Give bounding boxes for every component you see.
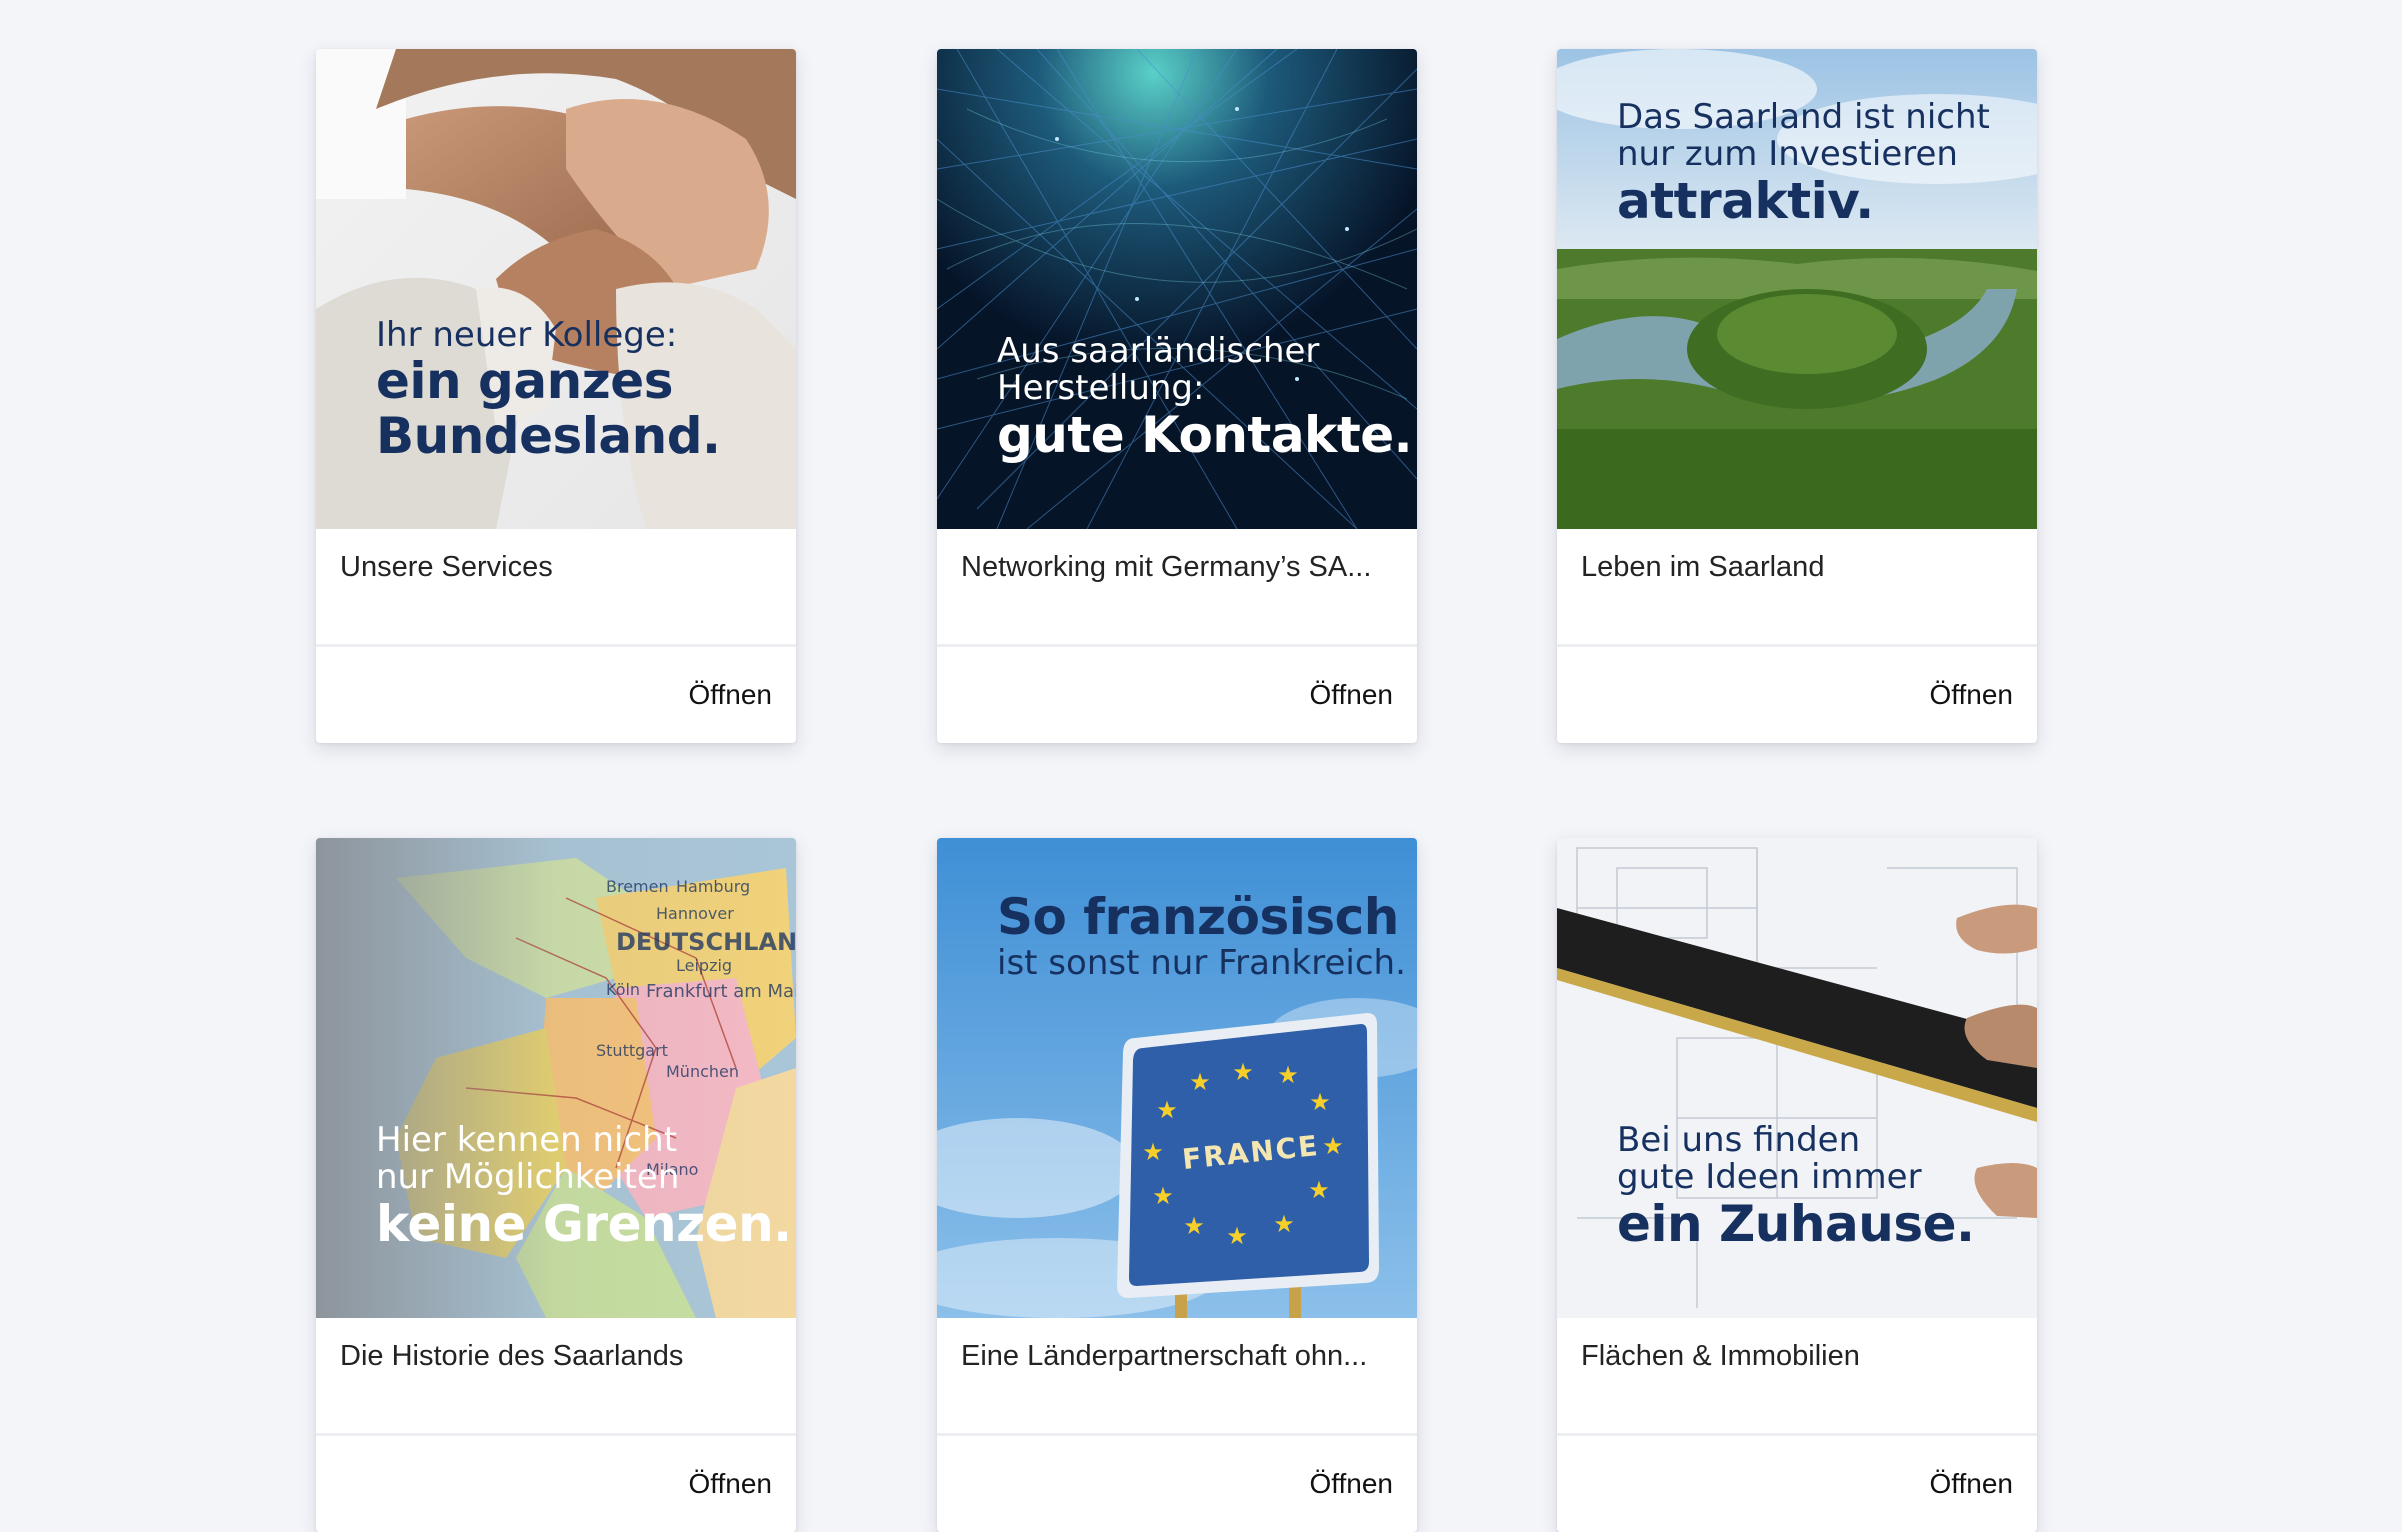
overlay-line-1: ist sonst nur Frankreich. bbox=[997, 943, 1406, 983]
card-image-map[interactable]: Bremen Hamburg Hannover DEUTSCHLAND Leip… bbox=[316, 838, 796, 1318]
card-footer: Öffnen bbox=[316, 647, 796, 743]
card-title: Die Historie des Saarlands bbox=[340, 1340, 684, 1372]
card-image-handshake[interactable]: Ihr neuer Kollege: ein ganzes Bundesland… bbox=[316, 49, 796, 529]
card-title: Unsere Services bbox=[340, 551, 553, 583]
card-laenderpartnerschaft[interactable]: ★ ★ ★ ★ ★ ★ ★ ★ ★ ★ ★ ★ FRANCE So franzö… bbox=[937, 838, 1417, 1532]
card-overlay-text: Ihr neuer Kollege: ein ganzes Bundesland… bbox=[376, 315, 721, 466]
open-button[interactable]: Öffnen bbox=[1929, 1468, 2013, 1500]
card-title-area: Eine Länderpartnerschaft ohn... bbox=[937, 1318, 1417, 1436]
card-title-area: Die Historie des Saarlands bbox=[316, 1318, 796, 1436]
overlay-bold-1: ein ganzes bbox=[376, 352, 673, 411]
map-label: Leipzig bbox=[676, 955, 733, 975]
card-overlay-text: Bei uns finden gute Ideen immer ein Zuha… bbox=[1617, 1120, 1975, 1253]
card-unsere-services[interactable]: Ihr neuer Kollege: ein ganzes Bundesland… bbox=[316, 49, 796, 743]
card-footer: Öffnen bbox=[316, 1436, 796, 1532]
card-flaechen-immobilien[interactable]: Bei uns finden gute Ideen immer ein Zuha… bbox=[1557, 838, 2037, 1532]
card-networking[interactable]: Aus saarländischer Herstellung: gute Kon… bbox=[937, 49, 1417, 743]
overlay-bold-1: attraktiv. bbox=[1617, 171, 1874, 230]
svg-text:★: ★ bbox=[1189, 1069, 1211, 1096]
overlay-line-1: Hier kennen nicht bbox=[376, 1120, 678, 1160]
svg-text:★: ★ bbox=[1277, 1062, 1299, 1089]
card-footer: Öffnen bbox=[937, 647, 1417, 743]
card-overlay-text: Aus saarländischer Herstellung: gute Kon… bbox=[997, 331, 1413, 464]
svg-text:★: ★ bbox=[1156, 1097, 1178, 1124]
map-label: DEUTSCHLAND bbox=[616, 928, 796, 957]
overlay-bold-1: gute Kontakte. bbox=[997, 405, 1413, 464]
svg-text:★: ★ bbox=[1152, 1183, 1174, 1210]
card-overlay-text: Hier kennen nicht nur Möglichkeiten kein… bbox=[376, 1120, 792, 1253]
svg-text:★: ★ bbox=[1226, 1223, 1248, 1250]
svg-text:★: ★ bbox=[1273, 1211, 1295, 1238]
map-label: Frankfurt am Main bbox=[646, 980, 796, 1002]
open-button[interactable]: Öffnen bbox=[1309, 1468, 1393, 1500]
open-button[interactable]: Öffnen bbox=[1309, 679, 1393, 711]
open-button[interactable]: Öffnen bbox=[688, 679, 772, 711]
card-title: Networking mit Germany’s SA... bbox=[961, 551, 1372, 583]
card-title-area: Leben im Saarland bbox=[1557, 529, 2037, 647]
card-footer: Öffnen bbox=[1557, 647, 2037, 743]
overlay-line-2: nur zum Investieren bbox=[1617, 134, 1958, 175]
card-title: Leben im Saarland bbox=[1581, 551, 1825, 583]
overlay-bold-2: Bundesland. bbox=[376, 407, 721, 466]
svg-text:★: ★ bbox=[1232, 1059, 1254, 1086]
svg-text:★: ★ bbox=[1183, 1213, 1205, 1240]
overlay-bold-1: keine Grenzen. bbox=[376, 1194, 792, 1253]
card-title-area: Unsere Services bbox=[316, 529, 796, 647]
map-label: Hamburg bbox=[676, 877, 751, 897]
card-leben-im-saarland[interactable]: Das Saarland ist nicht nur zum Investier… bbox=[1557, 49, 2037, 743]
overlay-line-1: Ihr neuer Kollege: bbox=[376, 315, 678, 355]
svg-text:★: ★ bbox=[1309, 1089, 1331, 1116]
card-image-network[interactable]: Aus saarländischer Herstellung: gute Kon… bbox=[937, 49, 1417, 529]
card-image-landscape[interactable]: Das Saarland ist nicht nur zum Investier… bbox=[1557, 49, 2037, 529]
overlay-line-1: Das Saarland ist nicht bbox=[1617, 97, 1990, 137]
card-title-area: Networking mit Germany’s SA... bbox=[937, 529, 1417, 647]
overlay-line-2: gute Ideen immer bbox=[1617, 1157, 1922, 1198]
card-title: Flächen & Immobilien bbox=[1581, 1340, 1860, 1372]
card-historie[interactable]: Bremen Hamburg Hannover DEUTSCHLAND Leip… bbox=[316, 838, 796, 1532]
map-label: München bbox=[666, 1061, 740, 1081]
card-image-france-sign[interactable]: ★ ★ ★ ★ ★ ★ ★ ★ ★ ★ ★ ★ FRANCE So franzö… bbox=[937, 838, 1417, 1318]
card-footer: Öffnen bbox=[1557, 1436, 2037, 1532]
svg-text:★: ★ bbox=[1308, 1177, 1330, 1204]
open-button[interactable]: Öffnen bbox=[1929, 679, 2013, 711]
card-footer: Öffnen bbox=[937, 1436, 1417, 1532]
card-overlay-text: Das Saarland ist nicht nur zum Investier… bbox=[1617, 97, 1990, 230]
card-title: Eine Länderpartnerschaft ohn... bbox=[961, 1340, 1368, 1372]
card-overlay-text: So französisch ist sonst nur Frankreich. bbox=[997, 890, 1406, 982]
svg-text:★: ★ bbox=[1322, 1133, 1344, 1160]
overlay-line-1: Bei uns finden bbox=[1617, 1120, 1861, 1160]
overlay-bold-1: So französisch bbox=[997, 888, 1399, 946]
open-button[interactable]: Öffnen bbox=[688, 1468, 772, 1500]
overlay-line-2: Herstellung: bbox=[997, 368, 1205, 409]
overlay-line-2: nur Möglichkeiten bbox=[376, 1157, 680, 1198]
map-label: Hannover bbox=[656, 903, 734, 923]
svg-text:★: ★ bbox=[1142, 1139, 1164, 1166]
card-title-area: Flächen & Immobilien bbox=[1557, 1318, 2037, 1436]
overlay-bold-1: ein Zuhause. bbox=[1617, 1194, 1975, 1253]
card-image-blueprint[interactable]: Bei uns finden gute Ideen immer ein Zuha… bbox=[1557, 838, 2037, 1318]
overlay-line-1: Aus saarländischer bbox=[997, 331, 1320, 371]
map-label: Stuttgart bbox=[596, 1041, 668, 1061]
